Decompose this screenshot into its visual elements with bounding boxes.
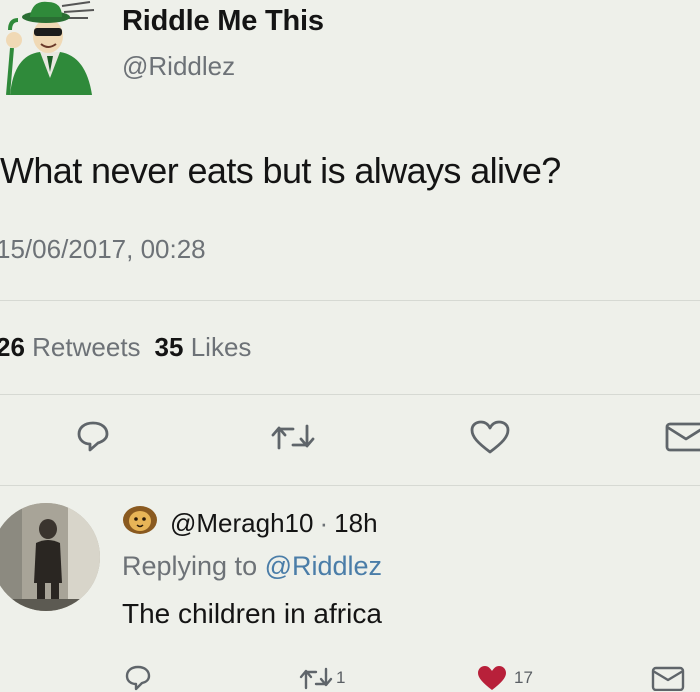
replying-to-mention[interactable]: @Riddlez: [265, 551, 382, 581]
author-avatar[interactable]: [0, 0, 100, 95]
divider: [0, 485, 700, 486]
divider: [0, 300, 700, 301]
likes-label[interactable]: Likes: [191, 332, 252, 362]
tweet-timestamp[interactable]: 15/06/2017, 00:28: [0, 234, 206, 265]
like-icon[interactable]: [469, 419, 511, 455]
dm-icon[interactable]: [650, 665, 690, 691]
tweet-text: What never eats but is always alive?: [0, 150, 561, 191]
tweet-stats: 26 Retweets 35 Likes: [0, 332, 251, 363]
reply-author-avatar[interactable]: [0, 503, 100, 611]
divider: [0, 394, 700, 395]
reply-retweet-count: 1: [336, 668, 346, 687]
reply-handle[interactable]: @Meragh10: [170, 508, 313, 539]
replying-to: Replying to @Riddlez: [122, 551, 382, 582]
separator: ·: [319, 508, 329, 538]
reply-icon[interactable]: [76, 419, 110, 453]
retweet-action[interactable]: 1: [298, 666, 345, 690]
retweet-icon[interactable]: [269, 422, 317, 452]
reply-header: @Meragh10 · 18h: [122, 505, 378, 542]
retweet-icon[interactable]: [298, 666, 334, 690]
retweets-label[interactable]: Retweets: [32, 332, 140, 362]
reply-text: The children in africa: [122, 598, 382, 629]
reply-time[interactable]: 18h: [334, 508, 377, 539]
replying-to-prefix: Replying to: [122, 551, 258, 581]
reply-like-count: 17: [514, 668, 533, 687]
retweets-count[interactable]: 26: [0, 332, 25, 362]
dm-icon[interactable]: [664, 421, 700, 453]
author-handle[interactable]: @Riddlez: [122, 51, 235, 82]
lion-avatar-icon[interactable]: [122, 505, 158, 542]
author-display-name[interactable]: Riddle Me This: [122, 5, 324, 38]
likes-count[interactable]: 35: [155, 332, 184, 362]
